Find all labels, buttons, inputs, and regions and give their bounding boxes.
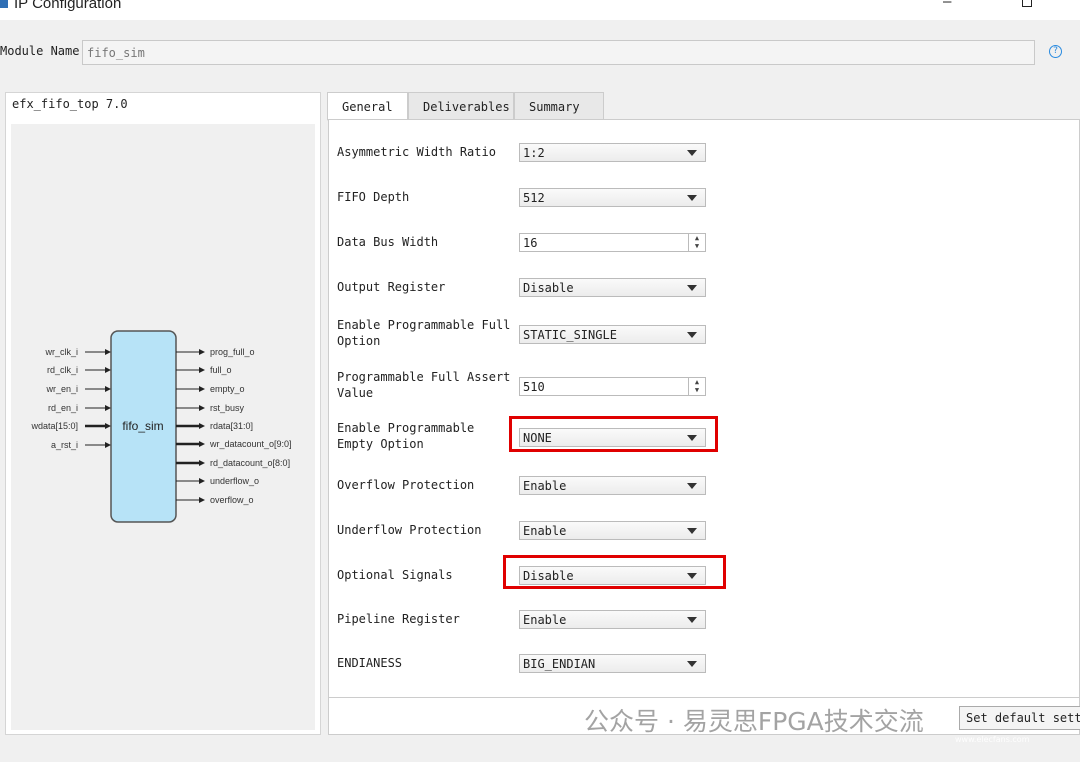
- param-label: FIFO Depth: [337, 190, 410, 204]
- param-label: Overflow Protection: [337, 478, 475, 492]
- arrow-icon: [105, 367, 111, 373]
- app-icon: [0, 0, 8, 8]
- param-dropdown[interactable]: Enable: [519, 476, 706, 495]
- arrow-icon: [199, 367, 205, 373]
- ip-name: efx_fifo_top 7.0: [12, 97, 128, 111]
- arrow-icon: [105, 349, 111, 355]
- output-port-label: full_o: [210, 365, 232, 375]
- arrow-icon: [199, 349, 205, 355]
- output-port-label: rst_busy: [210, 403, 245, 413]
- param-value: Enable: [523, 479, 567, 493]
- arrow-icon: [199, 386, 205, 392]
- param-label: Enable Programmable Empty Option: [337, 421, 475, 451]
- output-port-label: empty_o: [210, 384, 245, 394]
- arrow-icon: [199, 497, 205, 503]
- param-label: Underflow Protection: [337, 523, 482, 537]
- input-port-label: rd_clk_i: [47, 365, 78, 375]
- tab-general[interactable]: General: [327, 92, 408, 121]
- chevron-down-icon[interactable]: [687, 483, 697, 489]
- output-port-label: rd_datacount_o[8:0]: [210, 458, 290, 468]
- param-dropdown[interactable]: Enable: [519, 610, 706, 629]
- param-dropdown[interactable]: Disable: [519, 278, 706, 297]
- maximize-button[interactable]: [1022, 0, 1032, 7]
- chevron-down-icon[interactable]: [687, 528, 697, 534]
- param-label: Pipeline Register: [337, 612, 460, 626]
- general-settings-panel: Set default settings Asymmetric Width Ra…: [328, 119, 1080, 735]
- highlight-box: [503, 555, 726, 589]
- arrow-icon: [105, 442, 111, 448]
- param-value: 1:2: [523, 146, 545, 160]
- param-label: Enable Programmable Full Option: [337, 318, 511, 348]
- param-value: 16: [523, 236, 538, 250]
- block-name: fifo_sim: [122, 419, 163, 433]
- arrow-icon: [199, 405, 205, 411]
- input-port-label: a_rst_i: [51, 440, 78, 450]
- tab-summary[interactable]: Summary: [514, 92, 604, 120]
- param-dropdown[interactable]: 1:2: [519, 143, 706, 162]
- param-value: Disable: [523, 281, 574, 295]
- param-dropdown[interactable]: 512: [519, 188, 706, 207]
- title-bar: IP Configuration —: [0, 0, 1080, 20]
- module-name-label: Module Name: [0, 44, 80, 58]
- chevron-down-icon[interactable]: [687, 285, 697, 291]
- ip-preview-panel: efx_fifo_top 7.0 fifo_sim wr_clk_i rd_clk_…: [5, 92, 321, 735]
- param-label: Programmable Full Assert Value: [337, 370, 511, 400]
- param-label: ENDIANESS: [337, 656, 403, 670]
- output-port-label: wr_datacount_o[9:0]: [209, 439, 292, 449]
- param-label: Asymmetric Width Ratio: [337, 145, 496, 159]
- chevron-down-icon[interactable]: [687, 332, 697, 338]
- output-port-label: prog_full_o: [210, 347, 255, 357]
- watermark-site: www.elecfans.com: [955, 735, 1030, 744]
- param-value: BIG_ENDIAN: [523, 657, 596, 671]
- help-icon[interactable]: ?: [1049, 45, 1062, 58]
- arrow-icon: [199, 423, 205, 429]
- input-port-label: wdata[15:0]: [30, 421, 78, 431]
- output-port-label: rdata[31:0]: [210, 421, 253, 431]
- chevron-down-icon[interactable]: [687, 661, 697, 667]
- minimize-button[interactable]: —: [943, 0, 951, 10]
- param-label: Optional Signals: [337, 568, 453, 582]
- output-port-label: overflow_o: [210, 495, 254, 505]
- input-port-label: wr_clk_i: [44, 347, 78, 357]
- arrow-icon: [199, 460, 205, 466]
- spin-arrows-icon[interactable]: ▲ ▼: [688, 378, 705, 395]
- arrow-icon: [105, 423, 111, 429]
- chevron-down-icon[interactable]: [687, 617, 697, 623]
- arrow-icon: [105, 386, 111, 392]
- param-dropdown[interactable]: STATIC_SINGLE: [519, 325, 706, 344]
- set-default-settings-button[interactable]: Set default settings: [959, 706, 1080, 730]
- window-title: IP Configuration: [14, 0, 122, 12]
- highlight-box: [509, 416, 718, 452]
- param-spinbox[interactable]: 16 ▲ ▼: [519, 233, 706, 252]
- param-value: Enable: [523, 524, 567, 538]
- param-value: 512: [523, 191, 545, 205]
- footer-divider: [329, 697, 1079, 698]
- chevron-down-icon[interactable]: [687, 195, 697, 201]
- arrow-icon: [199, 478, 205, 484]
- param-dropdown[interactable]: BIG_ENDIAN: [519, 654, 706, 673]
- param-value: Enable: [523, 613, 567, 627]
- chevron-down-icon[interactable]: [687, 150, 697, 156]
- block-diagram: fifo_sim wr_clk_i rd_clk_i wr_en_i rd_en_iwd…: [11, 124, 315, 730]
- param-label: Output Register: [337, 280, 446, 294]
- param-value: STATIC_SINGLE: [523, 328, 617, 342]
- arrow-icon: [105, 405, 111, 411]
- input-port-label: wr_en_i: [45, 384, 78, 394]
- param-value: 510: [523, 380, 545, 394]
- spin-arrows-icon[interactable]: ▲ ▼: [688, 234, 705, 251]
- module-name-input[interactable]: fifo_sim: [82, 40, 1035, 65]
- watermark: 公众号 · 易灵思FPGA技术交流: [584, 707, 924, 736]
- tab-deliverables[interactable]: Deliverables: [408, 92, 514, 120]
- param-label: Data Bus Width: [337, 235, 439, 249]
- param-dropdown[interactable]: Enable: [519, 521, 706, 540]
- output-port-label: underflow_o: [210, 476, 259, 486]
- param-spinbox[interactable]: 510 ▲ ▼: [519, 377, 706, 396]
- arrow-icon: [199, 441, 205, 447]
- input-port-label: rd_en_i: [48, 403, 78, 413]
